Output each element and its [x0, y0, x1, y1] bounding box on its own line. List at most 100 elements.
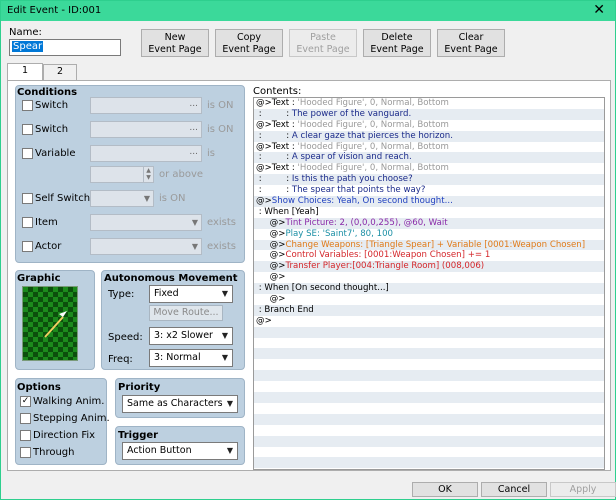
trigger-title: Trigger [118, 430, 159, 441]
list-item[interactable]: : : A clear gaze that pierces the horizo… [254, 130, 604, 142]
clear-button-line2: Event Page [444, 44, 498, 55]
clear-button-line1: Clear [458, 32, 484, 43]
list-item[interactable] [254, 326, 604, 338]
paste-button-line1: Paste [310, 32, 336, 43]
item-select[interactable]: ▼ [90, 214, 202, 231]
self-switch-label: Self Switch [35, 193, 91, 204]
list-item[interactable]: @>Text : 'Hooded Figure', 0, Normal, Bot… [254, 163, 604, 174]
list-item[interactable]: : : The power of the vanguard. [254, 108, 604, 120]
list-item[interactable] [254, 381, 604, 392]
list-item[interactable]: @>Text : 'Hooded Figure', 0, Normal, Bot… [254, 142, 604, 153]
speed-select[interactable]: 3: x2 Slower ▼ [149, 327, 233, 345]
delete-button-line2: Event Page [370, 44, 424, 55]
list-item[interactable] [254, 403, 604, 414]
list-item[interactable] [254, 370, 604, 382]
list-item[interactable]: @>Control Variables: [0001:Weapon Chosen… [254, 250, 604, 261]
apply-button[interactable]: Apply [550, 482, 616, 497]
direction-fix-checkbox[interactable] [20, 430, 31, 441]
contents-label: Contents: [253, 86, 302, 97]
delete-event-page-button[interactable]: Delete Event Page [363, 29, 431, 57]
item-exists: exists [207, 217, 237, 228]
list-item[interactable] [254, 425, 604, 436]
list-item[interactable]: : When [Yeah] [254, 207, 604, 218]
type-select[interactable]: Fixed ▼ [149, 285, 233, 303]
switch2-field[interactable]: ... [90, 121, 202, 138]
chevron-down-icon: ▼ [221, 289, 228, 298]
list-item[interactable] [254, 338, 604, 349]
name-value: Spear [12, 41, 44, 52]
new-event-page-button[interactable]: New Event Page [141, 29, 209, 57]
walking-anim-checkbox[interactable]: ✓ [20, 396, 31, 407]
list-item[interactable]: @>Text : 'Hooded Figure', 0, Normal, Bot… [254, 98, 604, 109]
priority-select[interactable]: Same as Characters ▼ [122, 395, 238, 413]
tab-page-1[interactable]: 1 [7, 63, 43, 81]
self-switch-select[interactable]: ▼ [90, 190, 154, 207]
list-item[interactable]: : Branch End [254, 304, 604, 316]
tab-page-2[interactable]: 2 [43, 64, 77, 80]
list-item[interactable]: @>Show Choices: Yeah, On second thought.… [254, 196, 604, 207]
spin-arrows-icon[interactable]: ▲ ▼ [143, 167, 153, 182]
list-item[interactable] [254, 447, 604, 458]
actor-select[interactable]: ▼ [90, 238, 202, 255]
variable-checkbox[interactable] [22, 148, 33, 159]
chevron-down-icon: ▼ [143, 194, 150, 203]
variable-value-stepper[interactable]: ▲ ▼ [90, 166, 154, 183]
command-text: The power of the vanguard. [291, 108, 412, 119]
list-item[interactable]: : : The spear that points the way? [254, 185, 604, 196]
list-item[interactable]: @>Transfer Player:[004:Triangle Room] (0… [254, 261, 604, 273]
trigger-value: Action Button [127, 445, 192, 456]
ellipsis-icon: ... [189, 147, 198, 157]
list-item[interactable]: @> [254, 272, 604, 283]
self-switch-checkbox[interactable] [22, 193, 33, 204]
trigger-select[interactable]: Action Button ▼ [122, 442, 238, 460]
stepping-anim-checkbox[interactable] [20, 413, 31, 424]
switch2-label: Switch [35, 124, 69, 135]
movement-title: Autonomous Movement [104, 273, 238, 284]
ok-button[interactable]: OK [412, 482, 478, 497]
list-item[interactable]: @>Tint Picture: 2, (0,0,0,255), @60, Wai… [254, 217, 604, 229]
move-route-button[interactable]: Move Route... [149, 305, 223, 321]
switch1-field[interactable]: ... [90, 97, 202, 114]
variable-field[interactable]: ... [90, 145, 202, 162]
actor-checkbox[interactable] [22, 241, 33, 252]
list-item[interactable] [254, 457, 604, 469]
list-item[interactable]: @>Play SE: 'Saint7', 80, 100 [254, 229, 604, 240]
or-above-label: or above [159, 169, 204, 180]
stepping-anim-label: Stepping Anim. [33, 413, 110, 424]
list-item[interactable] [254, 392, 604, 403]
chevron-down-icon: ▼ [221, 353, 228, 362]
list-item[interactable]: @> [254, 316, 604, 327]
freq-select[interactable]: 3: Normal ▼ [149, 349, 233, 367]
spear-icon [44, 311, 67, 338]
list-item[interactable]: @>Change Weapons: [Triangle Spear] + Var… [254, 239, 604, 251]
command-text: 'Hooded Figure', 0, Normal, Bottom [297, 141, 449, 152]
command-prefix: @> [256, 228, 286, 239]
list-item[interactable] [254, 348, 604, 360]
list-item[interactable]: @> [254, 294, 604, 305]
list-item[interactable]: @>Text : 'Hooded Figure', 0, Normal, Bot… [254, 120, 604, 131]
switch1-checkbox[interactable] [22, 100, 33, 111]
copy-event-page-button[interactable]: Copy Event Page [215, 29, 283, 57]
new-button-line1: New [164, 32, 186, 43]
list-item[interactable] [254, 359, 604, 370]
through-checkbox[interactable] [20, 447, 31, 458]
event-graphic-preview[interactable] [22, 286, 78, 361]
list-item[interactable]: : : Is this the path you choose? [254, 174, 604, 186]
cancel-button[interactable]: Cancel [481, 482, 547, 497]
chevron-down-icon: ▼ [226, 446, 233, 455]
command-prefix: @> [256, 315, 272, 326]
paste-event-page-button[interactable]: Paste Event Page [289, 29, 357, 57]
contents-list[interactable]: @>Text : 'Hooded Figure', 0, Normal, Bot… [253, 97, 605, 470]
close-icon[interactable]: ✕ [593, 2, 605, 18]
command-text: Show Choices: Yeah, On second thought... [271, 196, 453, 207]
item-checkbox[interactable] [22, 217, 33, 228]
clear-event-page-button[interactable]: Clear Event Page [437, 29, 505, 57]
list-item[interactable]: : : A spear of vision and reach. [254, 152, 604, 164]
name-input[interactable]: Spear [9, 39, 121, 56]
list-item[interactable] [254, 435, 604, 447]
command-text: When [Yeah] [264, 206, 319, 217]
list-item[interactable]: : When [On second thought...] [254, 283, 604, 295]
chevron-down-icon: ▼ [191, 242, 198, 251]
list-item[interactable] [254, 413, 604, 425]
switch2-checkbox[interactable] [22, 124, 33, 135]
